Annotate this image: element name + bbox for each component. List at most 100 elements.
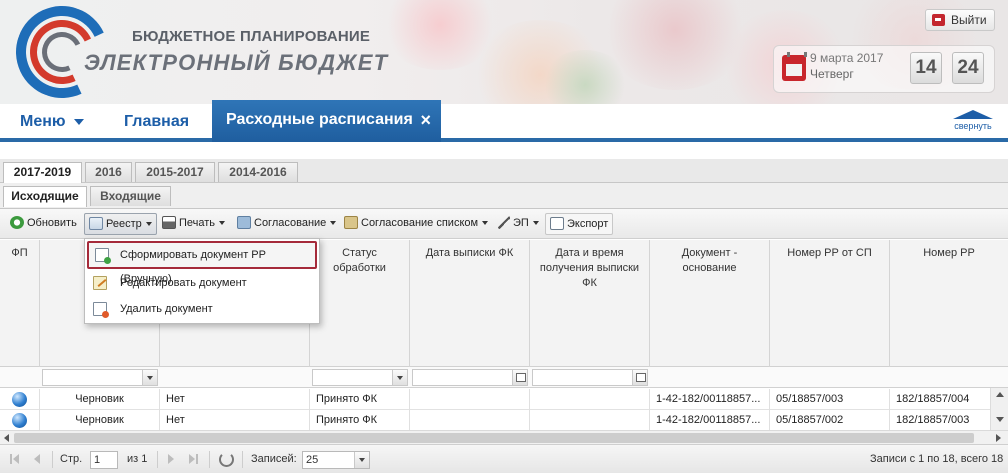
chevron-down-icon[interactable] [354, 452, 369, 468]
brand-title: ЭЛЕКТРОННЫЙ БЮДЖЕТ [84, 50, 389, 75]
cell-extract-date [410, 389, 530, 410]
scroll-left-icon[interactable] [4, 434, 9, 442]
column-header-extract-date[interactable]: Дата выписки ФК [410, 240, 530, 367]
column-header-received-datetime[interactable]: Дата и время получения выписки ФК [530, 240, 650, 367]
pager: Стр. 1 из 1 Записей: 25 Записи с 1 по 18… [0, 444, 1008, 473]
column-header-rr-from-sp[interactable]: Номер РР от СП [770, 240, 890, 367]
chevron-down-icon [145, 222, 152, 226]
pager-separator [52, 451, 53, 468]
scroll-right-icon[interactable] [996, 434, 1001, 442]
page-number-input[interactable]: 1 [90, 451, 118, 469]
globe-icon [12, 392, 27, 407]
document-tabs: Исходящие Входящие [0, 183, 1008, 209]
calendar-icon[interactable] [632, 370, 647, 385]
cell-received [530, 410, 650, 431]
approval-list-icon [344, 216, 358, 229]
scroll-down-icon[interactable] [996, 417, 1004, 422]
close-icon[interactable]: × [420, 100, 431, 140]
approval-list-button[interactable]: Согласование списком [340, 213, 492, 235]
approval-list-label: Согласование списком [361, 217, 479, 229]
first-page-icon[interactable] [13, 454, 19, 464]
chevron-down-icon [532, 221, 539, 225]
last-page-bar [196, 454, 198, 464]
collapse-icon [953, 110, 993, 119]
refresh-icon[interactable] [219, 452, 234, 467]
next-page-icon[interactable] [168, 454, 174, 464]
page-count: из 1 [127, 453, 148, 465]
column-header-basis-document[interactable]: Документ - основание [650, 240, 770, 367]
year-tabs: 2017-2019 2016 2015-2017 2014-2016 [0, 159, 1008, 183]
filter-extract-date[interactable] [412, 369, 528, 386]
tab-outgoing[interactable]: Исходящие [3, 186, 87, 207]
registry-icon [89, 217, 103, 230]
delete-document-icon [93, 302, 109, 318]
registry-button[interactable]: Реестр [84, 213, 157, 235]
logout-button[interactable]: Выйти [925, 9, 995, 31]
calendar-icon[interactable] [512, 370, 527, 385]
tab-year-2014-2016[interactable]: 2014-2016 [218, 162, 298, 182]
approval-button[interactable]: Согласование [233, 213, 340, 235]
current-weekday: Четверг [810, 67, 854, 81]
records-per-page-select[interactable]: 25 [302, 451, 370, 469]
refresh-label: Обновить [27, 217, 77, 229]
tab-year-2016[interactable]: 2016 [85, 162, 132, 182]
first-page-bar [10, 454, 12, 464]
globe-icon [12, 413, 27, 428]
chevron-down-icon[interactable] [142, 370, 157, 385]
filter-received-datetime[interactable] [532, 369, 648, 386]
last-page-icon[interactable] [189, 454, 195, 464]
registry-dropdown-menu: Сформировать документ РР (Вручную) Редак… [84, 238, 320, 324]
pager-separator [157, 451, 158, 468]
tab-year-2015-2017[interactable]: 2015-2017 [135, 162, 215, 182]
chevron-down-icon [482, 221, 489, 225]
cell-fp [0, 410, 40, 431]
menu-item-edit-document[interactable]: Редактировать документ [85, 270, 319, 296]
cell-basis: 1-42-182/00118857... [650, 389, 770, 410]
tab-year-2017-2019[interactable]: 2017-2019 [3, 162, 82, 183]
app-header: БЮДЖЕТНОЕ ПЛАНИРОВАНИЕ ЭЛЕКТРОННЫЙ БЮДЖЕ… [0, 0, 1008, 104]
export-icon [550, 217, 564, 230]
cell-rr: 182/18857/003 [896, 414, 970, 426]
tab-expense-schedules[interactable]: Расходные расписания × [212, 100, 441, 142]
records-per-page-value: 25 [306, 454, 319, 466]
prev-page-icon[interactable] [34, 454, 40, 464]
menu-item-delete-document[interactable]: Удалить документ [85, 296, 319, 322]
cell-processing: Принято ФК [310, 389, 410, 410]
print-button[interactable]: Печать [158, 213, 229, 235]
nav-home[interactable]: Главная [124, 104, 189, 142]
printer-icon [162, 216, 176, 229]
scroll-thumb[interactable] [14, 433, 974, 443]
horizontal-scrollbar[interactable] [0, 430, 1008, 444]
page-label: Стр. [60, 453, 83, 465]
menu-item-label: Редактировать документ [120, 277, 247, 289]
cell-processing: Принято ФК [310, 410, 410, 431]
signature-button[interactable]: ЭП [494, 213, 543, 235]
cell-status: Черновик [40, 410, 160, 431]
pager-separator [209, 451, 210, 468]
table-row[interactable]: Черновик Нет Принято ФК 1-42-182/0011885… [0, 389, 990, 410]
collapse-button[interactable]: свернуть [948, 110, 998, 131]
column-header-rr-number[interactable]: Номер РР [890, 240, 1008, 367]
nav-menu[interactable]: Меню [20, 104, 84, 142]
export-button[interactable]: Экспорт [545, 213, 614, 235]
toolbar: Обновить Реестр Печать Согласование Согл… [0, 209, 1008, 239]
chevron-down-icon [219, 221, 226, 225]
cell-fp [0, 389, 40, 410]
refresh-button[interactable]: Обновить [6, 213, 81, 235]
logout-icon [932, 14, 945, 26]
column-header-processing-status[interactable]: Статус обработки [310, 240, 410, 367]
filter-processing-status[interactable] [312, 369, 408, 386]
scroll-up-icon[interactable] [996, 392, 1004, 397]
vertical-scrollbar[interactable] [990, 388, 1008, 430]
clock-hours: 14 [910, 52, 942, 84]
cell-extract-date [410, 410, 530, 431]
filter-status[interactable] [42, 369, 158, 386]
menu-item-create-document[interactable]: Сформировать документ РР (Вручную) [87, 241, 317, 285]
tab-incoming[interactable]: Входящие [90, 186, 171, 206]
table-row[interactable]: Черновик Нет Принято ФК 1-42-182/0011885… [0, 410, 990, 431]
chevron-down-icon[interactable] [392, 370, 407, 385]
edit-document-icon [93, 276, 107, 290]
date-time-panel: 9 марта 2017 Четверг 14 24 [773, 45, 995, 93]
column-header-fp[interactable]: ФП [0, 240, 40, 367]
brand-subtitle: БЮДЖЕТНОЕ ПЛАНИРОВАНИЕ [132, 28, 371, 45]
